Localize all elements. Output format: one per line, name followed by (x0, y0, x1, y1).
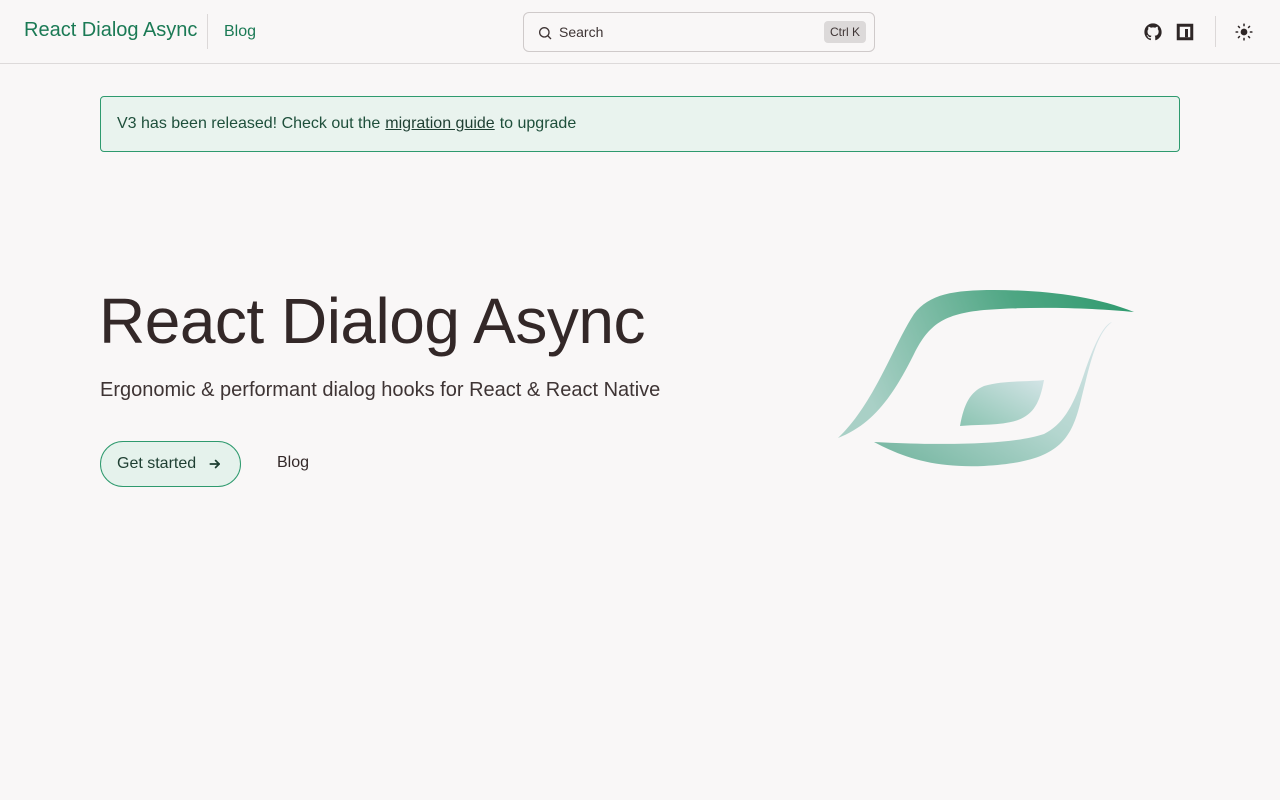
search-shortcut-badge: Ctrl K (824, 21, 866, 43)
theme-toggle-sun-icon[interactable] (1234, 22, 1254, 42)
migration-guide-link[interactable]: migration guide (385, 115, 494, 133)
nav-blog-link[interactable]: Blog (224, 23, 256, 41)
icon-divider (1215, 16, 1216, 47)
npm-icon[interactable] (1175, 22, 1195, 42)
nav-divider (207, 14, 208, 49)
search-input[interactable]: Search Ctrl K (523, 12, 875, 52)
hero-title: React Dialog Async (99, 285, 645, 357)
arrow-right-icon (208, 457, 222, 471)
github-icon[interactable] (1143, 22, 1163, 42)
navbar: React Dialog Async Blog Search Ctrl K (0, 0, 1280, 64)
get-started-label: Get started (117, 455, 197, 472)
get-started-button[interactable]: Get started (100, 441, 241, 487)
banner-text-end: to upgrade (499, 115, 577, 132)
hero-subtitle: Ergonomic & performant dialog hooks for … (100, 379, 661, 401)
banner-text: V3 has been released! Check out the (117, 115, 381, 132)
brand-logo (838, 290, 1134, 467)
hero-blog-button[interactable]: Blog (277, 454, 309, 472)
release-banner: V3 has been released! Check out the migr… (100, 96, 1180, 152)
brand-link[interactable]: React Dialog Async (24, 19, 197, 42)
search-placeholder: Search (559, 24, 604, 40)
search-icon (539, 27, 552, 40)
